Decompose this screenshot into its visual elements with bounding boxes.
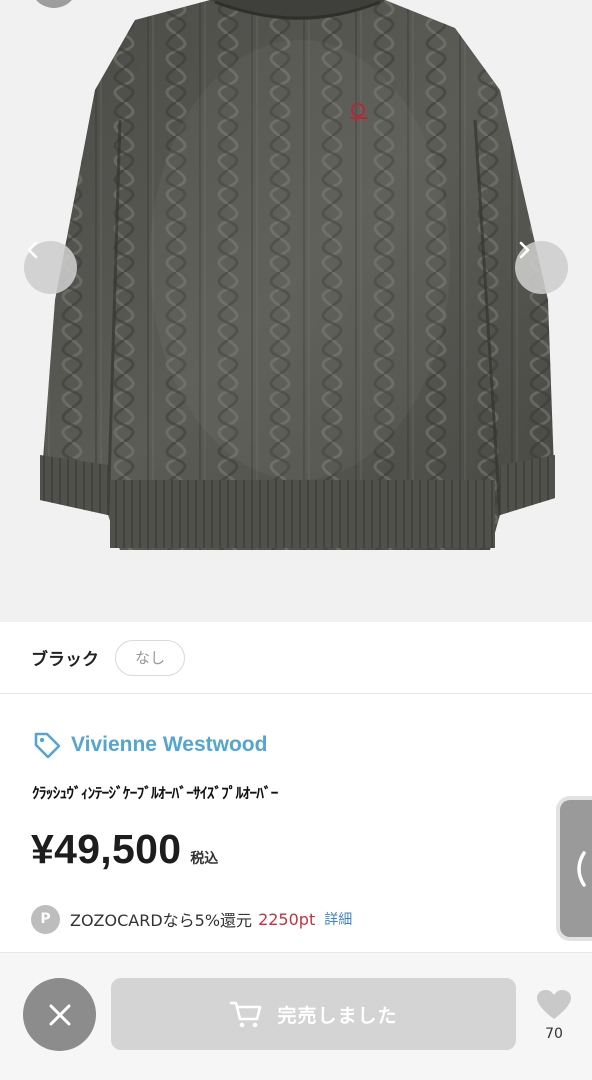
brand-name[interactable]: Vivienne Westwood xyxy=(71,733,267,757)
add-to-cart-button[interactable]: 完売しました xyxy=(111,978,516,1050)
points-icon: P xyxy=(31,904,60,934)
tag-icon xyxy=(34,732,61,759)
points-detail-link[interactable]: 詳細 xyxy=(324,909,352,929)
heart-icon xyxy=(537,990,571,1019)
favorite-button[interactable]: 70 xyxy=(532,989,576,1047)
chevron-right-icon xyxy=(519,241,530,259)
product-image-carousel[interactable] xyxy=(0,0,592,622)
points-text: ZOZOCARDなら5%還元 xyxy=(70,911,253,930)
tax-label: 税込 xyxy=(190,851,219,867)
cart-button-label: 完売しました xyxy=(277,1004,398,1027)
brand-link[interactable]: Vivienne Westwood xyxy=(32,728,267,762)
price-row: ¥49,500 税込 xyxy=(31,826,218,876)
favorite-count: 70 xyxy=(545,1026,563,1042)
close-icon xyxy=(49,1004,70,1025)
points-row: P ZOZOCARDなら5%還元 2250pt 詳細 xyxy=(31,904,352,934)
stock-status-pill[interactable]: なし xyxy=(115,639,186,676)
close-button[interactable] xyxy=(23,978,96,1051)
product-page: ブラック なし Vivienne Westwood ｸﾗｯｼｭｳﾞｨﾝﾃｰｼﾞｹ… xyxy=(0,0,592,1080)
color-label: ブラック xyxy=(31,650,99,670)
next-image-button[interactable] xyxy=(515,241,568,294)
price: ¥49,500 xyxy=(31,826,182,872)
cart-icon xyxy=(230,1001,262,1028)
color-stock-row: ブラック なし xyxy=(0,622,592,694)
previous-image-button[interactable] xyxy=(24,241,77,294)
bottom-action-bar: 完売しました 70 xyxy=(0,952,592,1080)
side-drawer-handle[interactable] xyxy=(556,796,592,941)
chevron-left-icon xyxy=(577,850,586,887)
product-image xyxy=(40,0,555,550)
points-value: 2250pt xyxy=(258,909,316,929)
product-title: ｸﾗｯｼｭｳﾞｨﾝﾃｰｼﾞｹｰﾌﾞﾙｵｰﾊﾞｰｻｲｽﾞﾌﾟﾙｵｰﾊﾞｰ xyxy=(32,784,278,802)
chevron-left-icon xyxy=(27,241,38,259)
